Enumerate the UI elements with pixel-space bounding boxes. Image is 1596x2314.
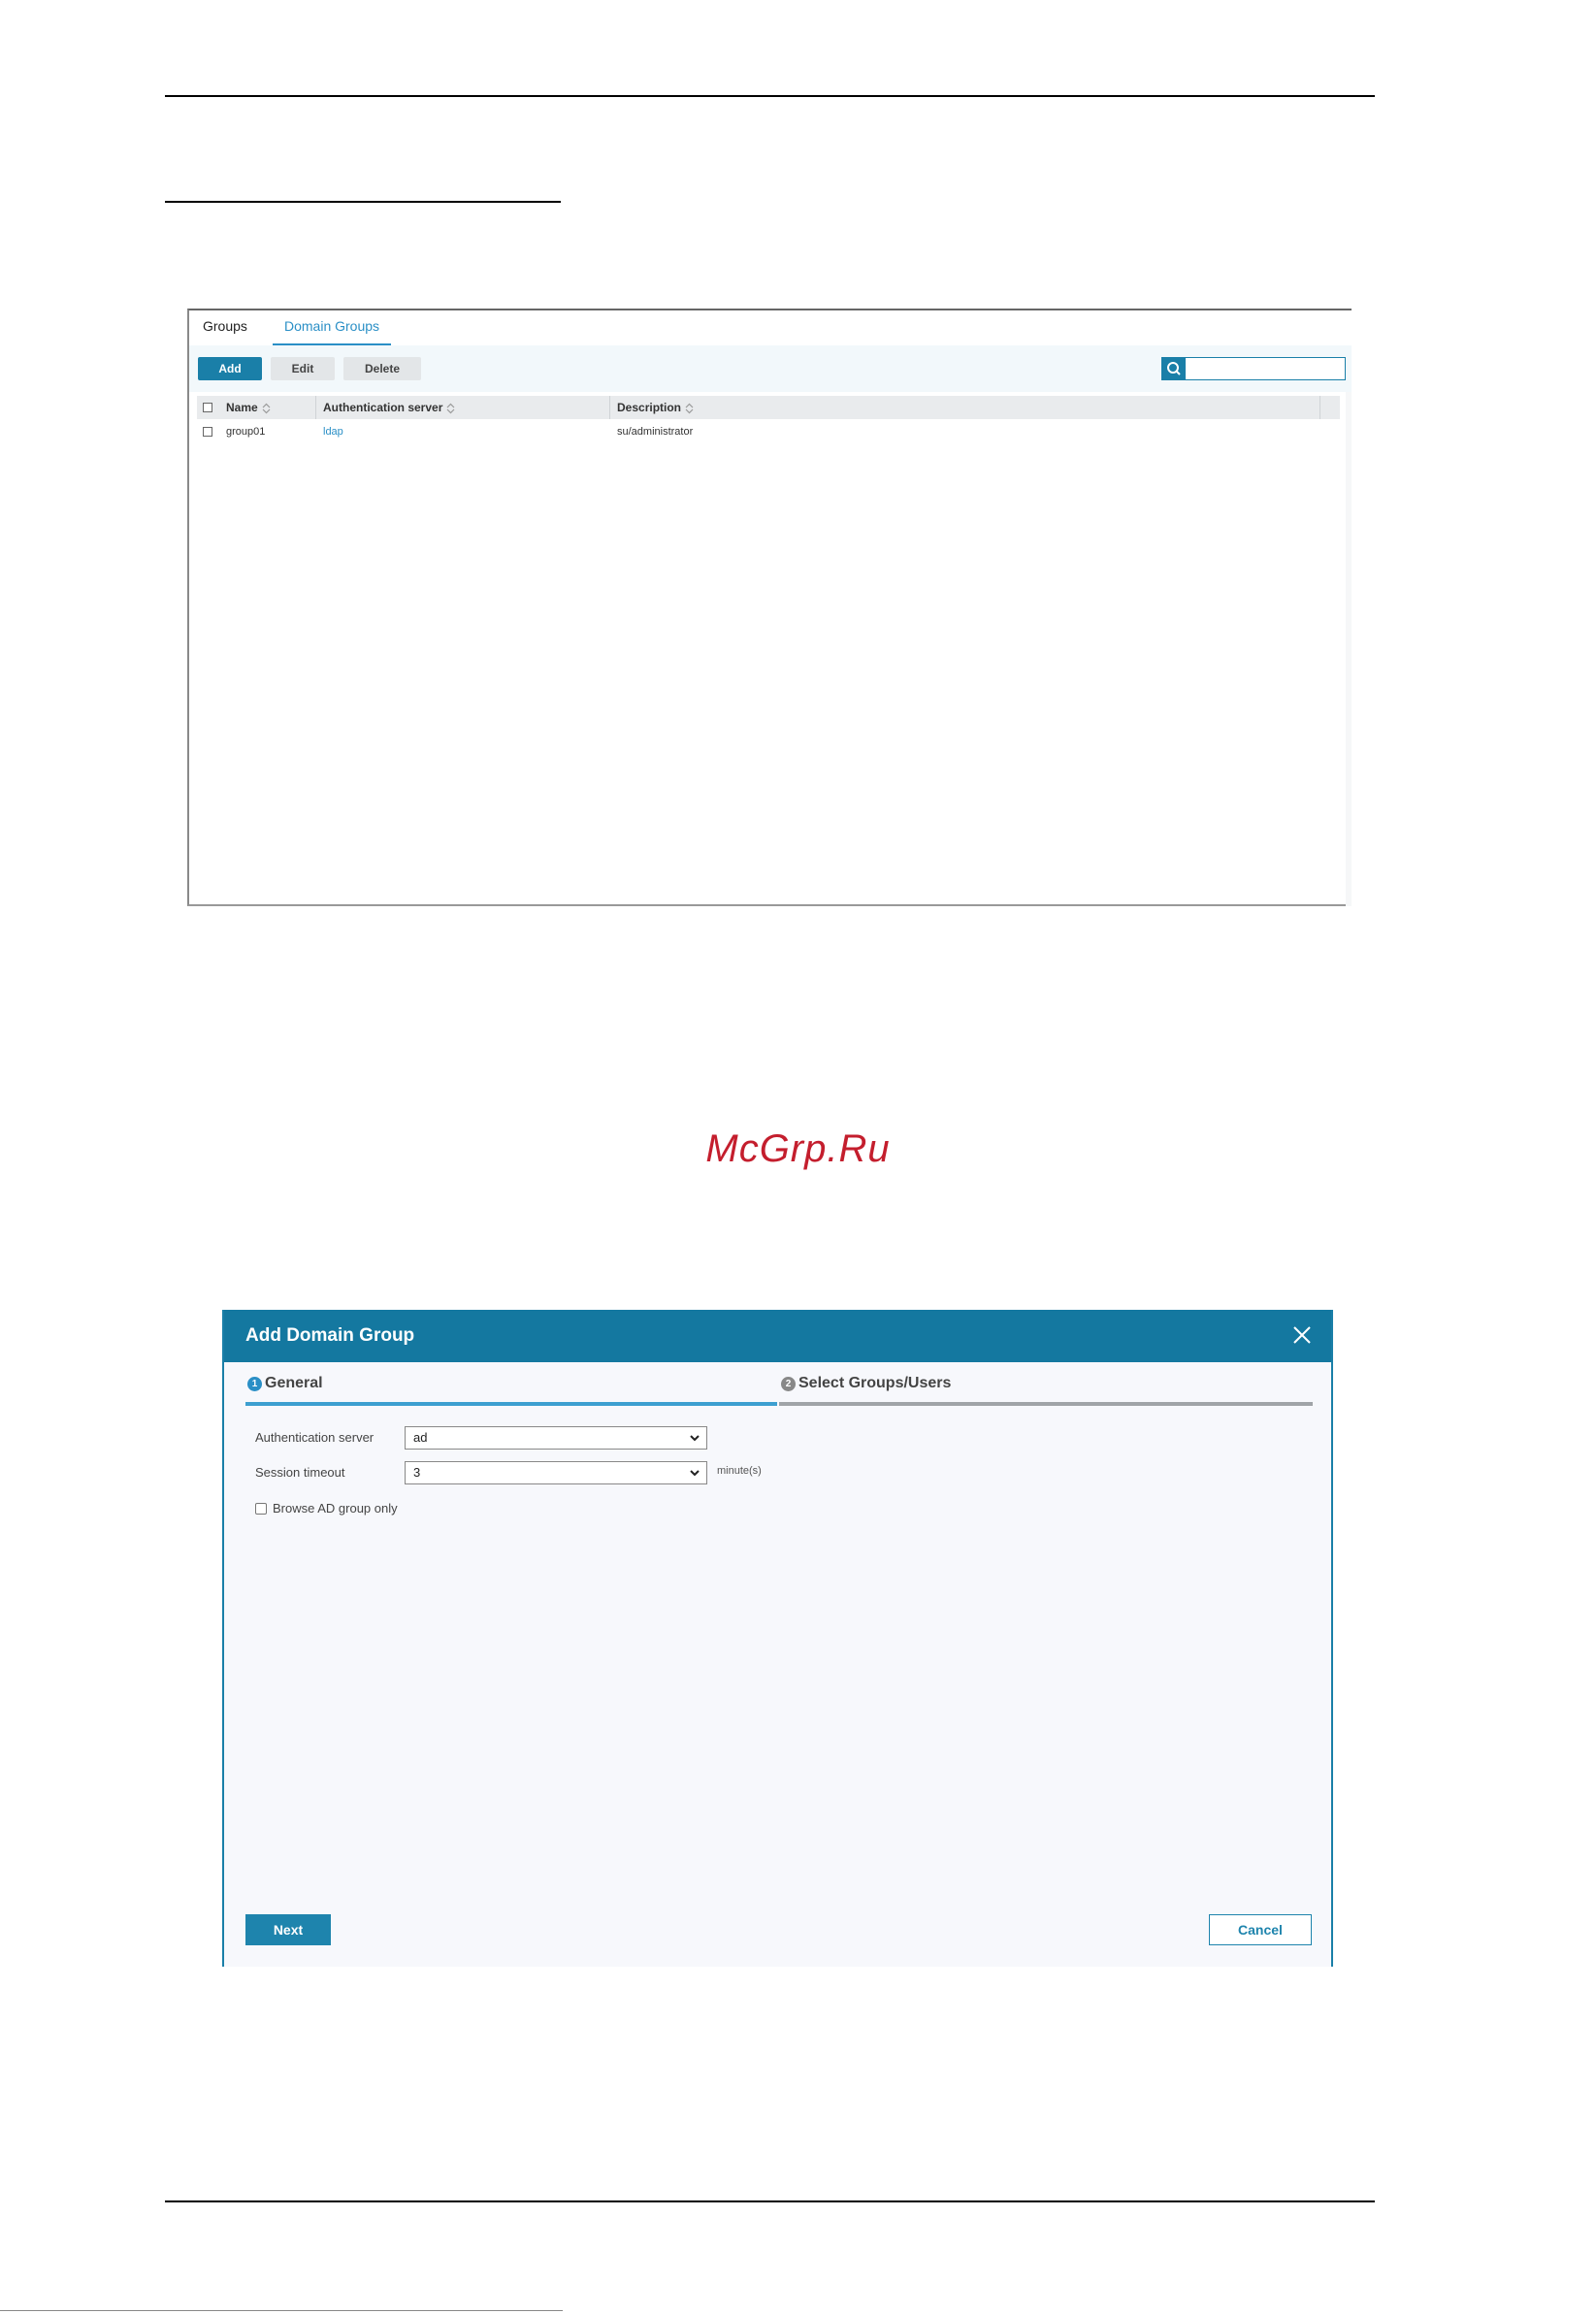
column-divider	[1319, 396, 1320, 419]
search-box	[1161, 357, 1346, 380]
session-timeout-select[interactable]: 3	[405, 1461, 707, 1484]
session-timeout-label: Session timeout	[255, 1465, 345, 1480]
delete-button[interactable]: Delete	[343, 357, 421, 380]
auth-server-select[interactable]: ad	[405, 1426, 707, 1450]
cell-name: group01	[226, 426, 266, 438]
step-general[interactable]: 1 General	[247, 1375, 323, 1392]
sort-icon	[446, 403, 455, 414]
column-header-name[interactable]: Name	[226, 396, 271, 419]
column-divider	[609, 396, 610, 419]
step-number-badge: 1	[247, 1377, 262, 1391]
sort-icon	[685, 403, 694, 414]
vertical-scrollbar[interactable]	[1346, 392, 1352, 906]
close-icon[interactable]	[1290, 1323, 1314, 1347]
browse-ad-group-checkbox[interactable]	[255, 1503, 267, 1515]
chevron-down-icon	[690, 1435, 700, 1442]
watermark: McGrp.Ru	[705, 1127, 891, 1170]
row-checkbox[interactable]	[203, 427, 212, 437]
add-button[interactable]: Add	[198, 357, 262, 380]
table-row[interactable]: group01 ldap su/administrator	[197, 421, 1340, 442]
browse-ad-group-label[interactable]: Browse AD group only	[273, 1501, 398, 1516]
page-top-rule	[165, 95, 1375, 97]
auth-server-label: Authentication server	[255, 1430, 375, 1445]
cell-auth-server-link[interactable]: ldap	[323, 421, 343, 442]
column-divider	[315, 396, 316, 419]
column-header-description[interactable]: Description	[617, 396, 694, 419]
page-bottom-rule	[165, 2200, 1375, 2202]
section-heading-rule	[165, 201, 561, 203]
tab-groups[interactable]: Groups	[203, 318, 247, 334]
edit-button[interactable]: Edit	[271, 357, 335, 380]
domain-groups-screenshot: Groups Domain Groups Add Edit Delete Nam…	[187, 309, 1352, 906]
column-header-auth-server[interactable]: Authentication server	[323, 396, 455, 419]
tab-bar: Groups Domain Groups	[189, 310, 1352, 346]
cancel-button[interactable]: Cancel	[1209, 1914, 1312, 1945]
search-icon[interactable]	[1162, 358, 1186, 379]
footer-rule	[0, 2310, 563, 2311]
cell-description: su/administrator	[617, 426, 694, 438]
table-header: Name Authentication server Description	[197, 396, 1340, 419]
sort-icon	[262, 403, 271, 414]
session-timeout-unit: minute(s)	[717, 1465, 762, 1477]
next-button[interactable]: Next	[245, 1914, 331, 1945]
tab-domain-groups[interactable]: Domain Groups	[273, 318, 392, 346]
chevron-down-icon	[690, 1470, 700, 1477]
step-progress-active	[245, 1402, 777, 1406]
toolbar: Add Edit Delete	[189, 345, 1352, 392]
add-domain-group-dialog: Add Domain Group 1 General 2 Select Groups…	[222, 1310, 1333, 1967]
auth-server-value: ad	[413, 1430, 428, 1445]
step-select-groups-users[interactable]: 2 Select Groups/Users	[781, 1375, 951, 1392]
dialog-header: Add Domain Group	[224, 1310, 1331, 1362]
session-timeout-value: 3	[413, 1465, 421, 1480]
step-label: Select Groups/Users	[798, 1375, 952, 1391]
step-progress-inactive	[779, 1402, 1313, 1406]
step-label: General	[265, 1375, 323, 1391]
search-input[interactable]	[1188, 359, 1345, 380]
step-number-badge: 2	[781, 1377, 796, 1391]
dialog-title: Add Domain Group	[245, 1325, 415, 1346]
select-all-checkbox[interactable]	[203, 403, 212, 412]
